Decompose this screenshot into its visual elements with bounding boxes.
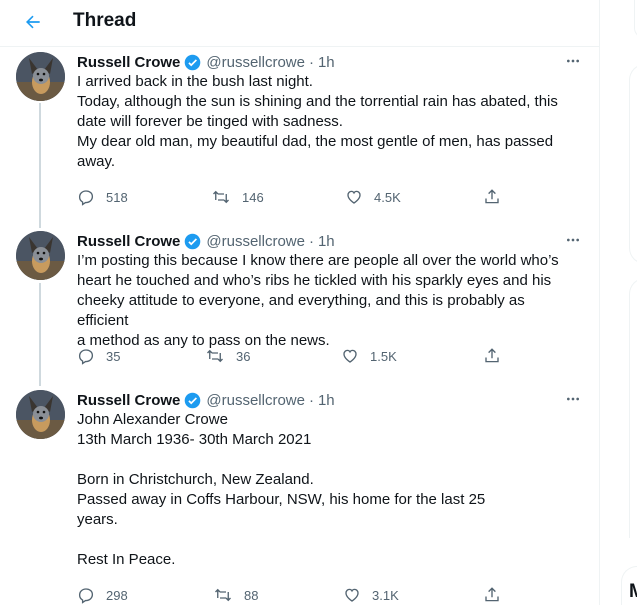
reply-button[interactable]: 518 <box>77 186 128 208</box>
tweet-actions: 298 88 3.1K <box>77 584 517 605</box>
tweet-header: Russell Crowe @russellcrowe · 1h <box>77 52 335 72</box>
separator-dot: · <box>308 232 314 250</box>
tweet-text-line: date will forever be tinged with sadness… <box>77 113 343 130</box>
reply-icon <box>78 190 94 206</box>
author-name[interactable]: Russell Crowe <box>77 233 180 250</box>
tweet-text-line <box>77 530 577 550</box>
timestamp[interactable]: 1h <box>318 233 335 250</box>
more-button[interactable] <box>562 50 584 72</box>
timestamp[interactable]: 1h <box>318 392 335 409</box>
retweet-button[interactable]: 36 <box>205 345 250 367</box>
reply-icon <box>78 349 94 365</box>
tweet-header: Russell Crowe @russellcrowe · 1h <box>77 231 335 251</box>
tweet-header: Russell Crowe @russellcrowe · 1h <box>77 390 335 410</box>
verified-badge-icon <box>184 233 201 250</box>
avatar[interactable] <box>16 390 65 439</box>
like-button[interactable]: 4.5K <box>345 186 401 208</box>
avatar-dog-image <box>16 231 65 280</box>
tweet-text-line: Passed away in Coffs Harbour, NSW, his h… <box>77 491 486 508</box>
avatar-dog-image <box>16 390 65 439</box>
tweet-text-line <box>77 450 577 470</box>
retweet-button[interactable]: 88 <box>213 584 258 605</box>
author-name[interactable]: Russell Crowe <box>77 54 180 71</box>
author-handle[interactable]: @russellcrowe <box>206 54 305 71</box>
tweet-actions: 35 36 1.5K <box>77 345 517 367</box>
retweet-icon <box>213 190 229 204</box>
thread-header: Thread <box>0 0 599 47</box>
like-button[interactable]: 1.5K <box>341 345 397 367</box>
thread-connector-line <box>39 283 41 386</box>
share-button[interactable] <box>483 584 501 605</box>
author-name[interactable]: Russell Crowe <box>77 392 180 409</box>
sidebar-panel-heading: M <box>629 581 637 602</box>
tweet-text-line: I’m posting this because I know there ar… <box>77 252 559 269</box>
reply-count: 298 <box>106 587 128 603</box>
right-sidebar: M <box>601 0 637 605</box>
separator-dot: · <box>308 391 314 409</box>
tweet-actions: 518 146 4.5K <box>77 186 517 208</box>
main-column: Thread Russell Crowe @russellcrowe · 1h … <box>0 0 600 605</box>
avatar[interactable] <box>16 52 65 101</box>
tweet-text: I’m posting this because I know there ar… <box>77 251 577 351</box>
more-horizontal-icon <box>567 397 579 401</box>
share-icon <box>485 587 499 602</box>
heart-icon <box>345 588 359 602</box>
tweet-text-line: Rest In Peace. <box>77 551 176 568</box>
verified-badge-icon <box>184 392 201 409</box>
retweet-icon <box>215 588 231 602</box>
avatar-dog-image <box>16 52 65 101</box>
like-count: 1.5K <box>370 348 397 364</box>
author-handle[interactable]: @russellcrowe <box>206 233 305 250</box>
retweet-count: 36 <box>236 348 251 364</box>
share-button[interactable] <box>483 345 501 367</box>
sidebar-panel-edge <box>629 278 637 538</box>
verified-badge-icon <box>184 54 201 71</box>
reply-icon <box>78 588 94 604</box>
tweet-text-line: My dear old man, my beautiful dad, the m… <box>77 133 554 150</box>
heart-icon <box>343 349 357 363</box>
tweet-text: I arrived back in the bush last night. T… <box>77 72 577 172</box>
tweet[interactable]: Russell Crowe @russellcrowe · 1h I arriv… <box>0 50 599 228</box>
page-title: Thread <box>73 10 137 31</box>
timestamp[interactable]: 1h <box>318 54 335 71</box>
share-button[interactable] <box>483 186 501 208</box>
avatar[interactable] <box>16 231 65 280</box>
more-button[interactable] <box>562 229 584 251</box>
sidebar-panel-edge <box>629 64 637 264</box>
like-button[interactable]: 3.1K <box>343 584 399 605</box>
thread-connector-line <box>39 103 41 228</box>
more-horizontal-icon <box>567 59 579 63</box>
tweet-text-line: 13th March 1936- 30th March 2021 <box>77 431 312 448</box>
more-button[interactable] <box>562 388 584 410</box>
tweet-text-line: away. <box>77 153 116 170</box>
share-icon <box>485 348 499 363</box>
tweet-text-line: years. <box>77 511 118 528</box>
author-handle[interactable]: @russellcrowe <box>206 392 305 409</box>
separator-dot: · <box>308 53 314 71</box>
tweet-text-line: Born in Christchurch, New Zealand. <box>77 471 314 488</box>
retweet-count: 88 <box>244 587 259 603</box>
reply-button[interactable]: 298 <box>77 584 128 605</box>
share-icon <box>485 189 499 204</box>
arrow-left-icon <box>26 15 40 29</box>
like-count: 3.1K <box>372 587 399 603</box>
retweet-icon <box>207 349 223 363</box>
reply-count: 35 <box>106 348 121 364</box>
back-button[interactable] <box>18 7 48 37</box>
tweet-text: John Alexander Crowe 13th March 1936- 30… <box>77 410 577 570</box>
tweet-text-line: heart he touched and who’s ribs he tickl… <box>77 272 552 289</box>
tweet-text-line: I arrived back in the bush last night. <box>77 73 313 90</box>
tweet-text-line: Today, although the sun is shining and t… <box>77 93 558 110</box>
more-horizontal-icon <box>567 238 579 242</box>
reply-button[interactable]: 35 <box>77 345 120 367</box>
tweet[interactable]: Russell Crowe @russellcrowe · 1h John Al… <box>0 388 599 605</box>
tweet-text-line: cheeky attitude to everyone, and everyth… <box>77 292 525 329</box>
like-count: 4.5K <box>374 189 401 205</box>
retweet-count: 146 <box>242 189 264 205</box>
retweet-button[interactable]: 146 <box>211 186 264 208</box>
heart-icon <box>347 190 361 204</box>
tweet-text-line: John Alexander Crowe <box>77 411 228 428</box>
reply-count: 518 <box>106 189 128 205</box>
tweet[interactable]: Russell Crowe @russellcrowe · 1h I’m pos… <box>0 229 599 386</box>
